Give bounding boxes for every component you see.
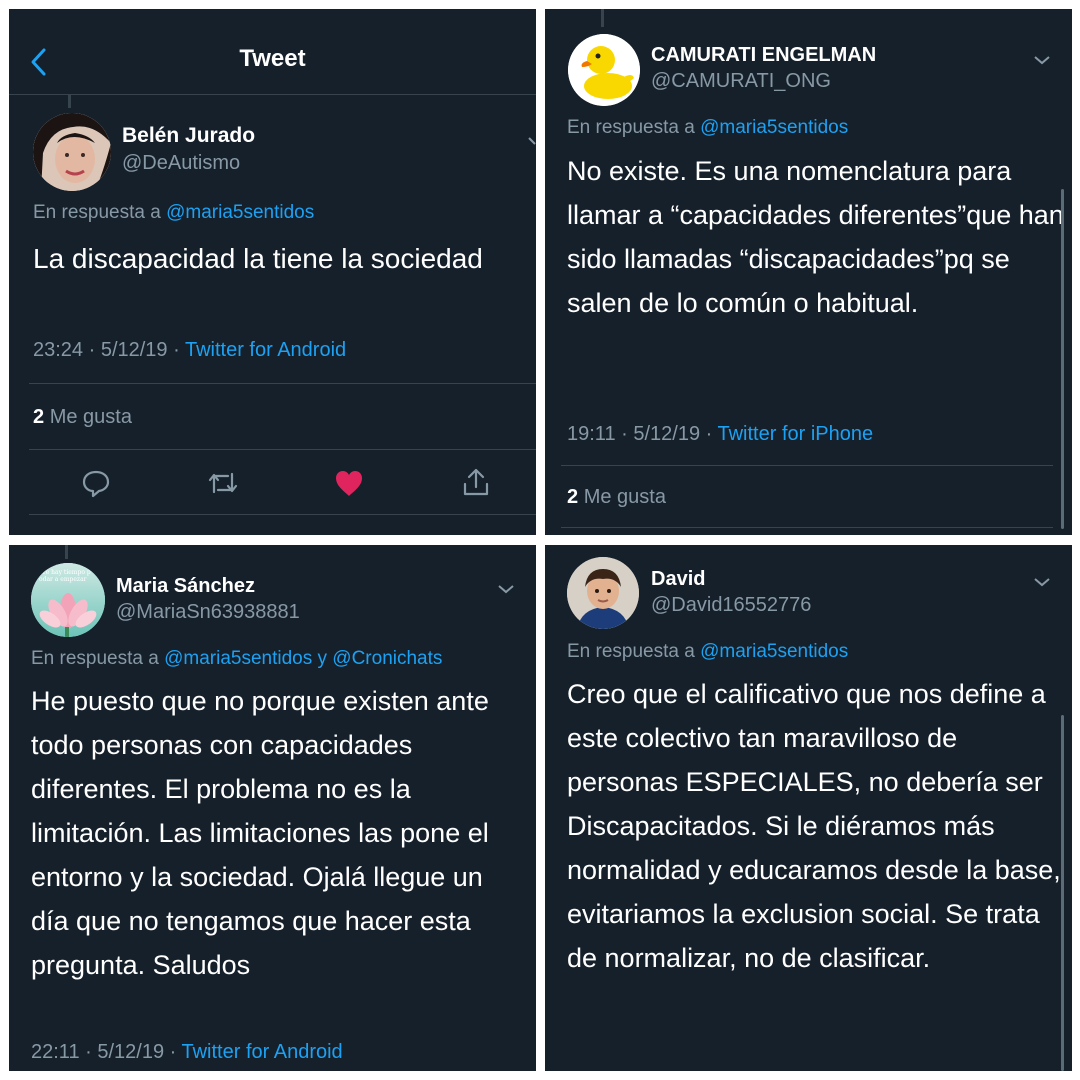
divider (29, 514, 536, 515)
reply-prefix: En respuesta a (567, 641, 695, 662)
thread-line (601, 9, 604, 27)
tweet-time: 19:11 · 5/12/19 · (567, 423, 718, 445)
reply-mention[interactable]: @maria5sentidos (700, 641, 848, 662)
chevron-down-icon[interactable] (497, 582, 515, 594)
user-name[interactable]: Maria Sánchez (116, 575, 255, 598)
tweet-meta: 23:24 · 5/12/19 · Twitter for Android (33, 339, 346, 362)
reply-context: En respuesta a @maria5sentidos (33, 202, 314, 224)
divider (561, 527, 1053, 528)
tweet-text: La discapacidad la tiene la sociedad (33, 243, 483, 274)
tweet-time: 22:11 · 5/12/19 · (31, 1041, 182, 1063)
user-handle[interactable]: @CAMURATI_ONG (651, 70, 831, 93)
reply-mention-2[interactable]: @Cronichats (332, 648, 442, 669)
tweet-source[interactable]: Twitter for Android (181, 1041, 342, 1063)
chevron-down-icon[interactable] (1033, 53, 1051, 65)
divider (29, 449, 536, 450)
retweet-icon[interactable] (206, 468, 240, 498)
user-name[interactable]: Belén Jurado (122, 124, 255, 148)
reply-prefix: En respuesta a (567, 117, 695, 138)
reply-mention[interactable]: @maria5sentidos (166, 202, 314, 223)
divider (29, 383, 536, 384)
tweet-time: 23:24 · 5/12/19 · (33, 339, 185, 361)
avatar[interactable] (567, 557, 639, 629)
reply-mention[interactable]: @maria5sentidos (164, 648, 312, 669)
avatar[interactable] (33, 113, 111, 191)
thread-line (65, 545, 68, 559)
tweet-panel-maria: pre hay tiempo p odar a empezar Maria Sá… (9, 545, 536, 1071)
reply-context: En respuesta a @maria5sentidos (567, 641, 848, 663)
user-handle[interactable]: @David16552776 (651, 594, 811, 617)
reply-icon[interactable] (81, 468, 111, 498)
user-name[interactable]: CAMURATI ENGELMAN (651, 44, 876, 67)
likes-count[interactable]: 2 Me gusta (33, 406, 132, 429)
tweet-source[interactable]: Twitter for iPhone (717, 423, 873, 445)
likes-label: Me gusta (583, 486, 666, 508)
likes-label: Me gusta (49, 406, 132, 428)
divider (561, 465, 1053, 466)
likes-number: 2 (567, 486, 579, 508)
avatar-caption: pre hay tiempo p odar a empezar (39, 569, 91, 583)
tweet-panel-belen: Tweet Belén Jurado @DeAutismo En respues… (9, 9, 536, 535)
avatar[interactable]: pre hay tiempo p odar a empezar (31, 563, 105, 637)
chevron-down-icon[interactable] (527, 134, 536, 148)
user-name[interactable]: David (651, 568, 705, 591)
share-icon[interactable] (461, 466, 491, 498)
reply-context: En respuesta a @maria5sentidos y @Cronic… (31, 648, 442, 670)
tweet-panel-camurati: CAMURATI ENGELMAN @CAMURATI_ONG En respu… (545, 9, 1072, 535)
tweet-text: He puesto que no porque existen ante tod… (31, 686, 489, 980)
tweet-text: Creo que el calificativo que nos define … (567, 679, 1061, 973)
likes-number: 2 (33, 406, 45, 428)
like-heart-icon[interactable] (334, 469, 364, 497)
tweet-meta: 19:11 · 5/12/19 · Twitter for iPhone (567, 423, 873, 446)
tweet-meta: 22:11 · 5/12/19 · Twitter for Android (31, 1041, 343, 1064)
page-title: Tweet (239, 45, 306, 72)
tweet-source[interactable]: Twitter for Android (185, 339, 346, 361)
reply-mention[interactable]: @maria5sentidos (700, 117, 848, 138)
tweet-panel-david: David @David16552776 En respuesta a @mar… (545, 545, 1072, 1071)
scrollbar[interactable] (1061, 715, 1064, 1071)
chevron-down-icon[interactable] (1033, 575, 1051, 587)
header-divider (9, 94, 536, 95)
reply-context: En respuesta a @maria5sentidos (567, 117, 848, 139)
tweet-text: No existe. Es una nomenclatura para llam… (567, 156, 1064, 318)
likes-count[interactable]: 2 Me gusta (567, 486, 666, 509)
reply-prefix: En respuesta a (31, 648, 159, 669)
reply-joiner: y (317, 648, 328, 669)
reply-prefix: En respuesta a (33, 202, 161, 223)
thread-line (68, 94, 71, 108)
scrollbar[interactable] (1061, 189, 1064, 529)
avatar[interactable] (568, 34, 640, 106)
user-handle[interactable]: @DeAutismo (122, 152, 240, 175)
user-handle[interactable]: @MariaSn63938881 (116, 601, 300, 624)
